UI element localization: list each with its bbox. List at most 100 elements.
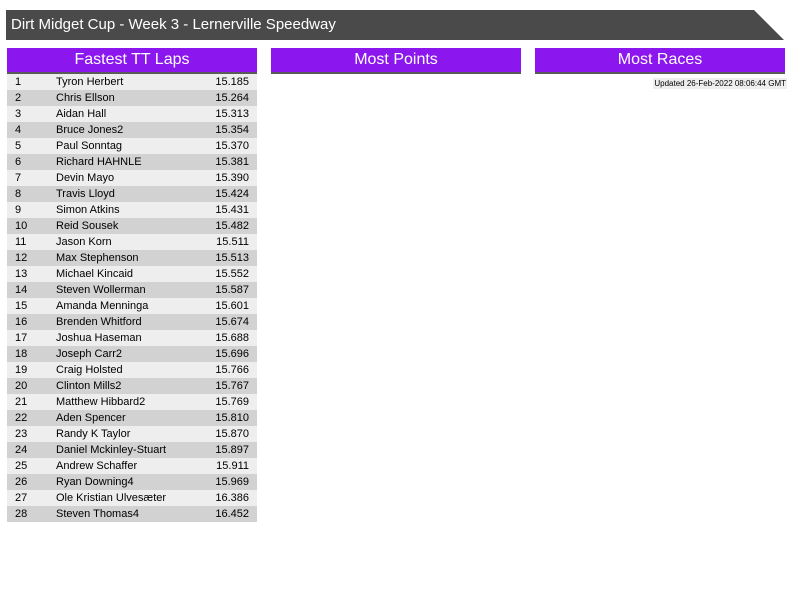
lap-time-cell: 15.482	[206, 218, 257, 234]
updated-timestamp: Updated 26-Feb-2022 08:06:44 GMT	[653, 78, 787, 89]
driver-name-cell: Paul Sonntag	[56, 138, 206, 154]
position-cell: 4	[7, 122, 56, 138]
lap-time-cell: 15.911	[206, 458, 257, 474]
table-row: 27 Ole Kristian Ulvesæter 16.386	[7, 490, 257, 506]
driver-name-cell: Aden Spencer	[56, 410, 206, 426]
table-row: 11 Jason Korn 15.511	[7, 234, 257, 250]
driver-name-cell: Michael Kincaid	[56, 266, 206, 282]
lap-time-cell: 15.810	[206, 410, 257, 426]
position-cell: 9	[7, 202, 56, 218]
position-cell: 5	[7, 138, 56, 154]
table-row: 1 Tyron Herbert 15.185	[7, 74, 257, 90]
driver-name-cell: Amanda Menninga	[56, 298, 206, 314]
position-cell: 2	[7, 90, 56, 106]
lap-time-cell: 15.969	[206, 474, 257, 490]
driver-name-cell: Matthew Hibbard2	[56, 394, 206, 410]
table-row: 8 Travis Lloyd 15.424	[7, 186, 257, 202]
lap-time-cell: 15.552	[206, 266, 257, 282]
driver-name-cell: Ryan Downing4	[56, 474, 206, 490]
lap-time-cell: 15.354	[206, 122, 257, 138]
lap-time-cell: 15.769	[206, 394, 257, 410]
driver-name-cell: Steven Thomas4	[56, 506, 206, 522]
position-cell: 7	[7, 170, 56, 186]
driver-name-cell: Ole Kristian Ulvesæter	[56, 490, 206, 506]
position-cell: 23	[7, 426, 56, 442]
driver-name-cell: Bruce Jones2	[56, 122, 206, 138]
page-title: Dirt Midget Cup - Week 3 - Lernerville S…	[11, 16, 336, 33]
fastest-laps-table: 1 Tyron Herbert 15.185 2 Chris Ellson 15.264 3…	[7, 74, 257, 522]
lap-time-cell: 15.696	[206, 346, 257, 362]
table-row: 18 Joseph Carr2 15.696	[7, 346, 257, 362]
driver-name-cell: Reid Sousek	[56, 218, 206, 234]
driver-name-cell: Clinton Mills2	[56, 378, 206, 394]
driver-name-cell: Joshua Haseman	[56, 330, 206, 346]
table-row: 7 Devin Mayo 15.390	[7, 170, 257, 186]
position-cell: 24	[7, 442, 56, 458]
driver-name-cell: Simon Atkins	[56, 202, 206, 218]
fastest-laps-body: 1 Tyron Herbert 15.185 2 Chris Ellson 15.264 3…	[7, 74, 257, 522]
lap-time-cell: 15.870	[206, 426, 257, 442]
lap-time-cell: 15.601	[206, 298, 257, 314]
table-row: 14 Steven Wollerman 15.587	[7, 282, 257, 298]
table-row: 16 Brenden Whitford 15.674	[7, 314, 257, 330]
lap-time-cell: 15.264	[206, 90, 257, 106]
table-row: 12 Max Stephenson 15.513	[7, 250, 257, 266]
lap-time-cell: 15.688	[206, 330, 257, 346]
table-row: 20 Clinton Mills2 15.767	[7, 378, 257, 394]
table-row: 25 Andrew Schaffer 15.911	[7, 458, 257, 474]
lap-time-cell: 15.431	[206, 202, 257, 218]
lap-time-cell: 15.511	[206, 234, 257, 250]
table-row: 22 Aden Spencer 15.810	[7, 410, 257, 426]
position-cell: 12	[7, 250, 56, 266]
lap-time-cell: 15.424	[206, 186, 257, 202]
driver-name-cell: Chris Ellson	[56, 90, 206, 106]
position-cell: 25	[7, 458, 56, 474]
table-row: 2 Chris Ellson 15.264	[7, 90, 257, 106]
lap-time-cell: 15.513	[206, 250, 257, 266]
position-cell: 14	[7, 282, 56, 298]
table-row: 13 Michael Kincaid 15.552	[7, 266, 257, 282]
lap-time-cell: 16.386	[206, 490, 257, 506]
driver-name-cell: Max Stephenson	[56, 250, 206, 266]
most-races-header: Most Races	[535, 48, 785, 74]
position-cell: 10	[7, 218, 56, 234]
fastest-laps-header: Fastest TT Laps	[7, 48, 257, 74]
driver-name-cell: Joseph Carr2	[56, 346, 206, 362]
table-row: 10 Reid Sousek 15.482	[7, 218, 257, 234]
driver-name-cell: Daniel Mckinley-Stuart	[56, 442, 206, 458]
position-cell: 22	[7, 410, 56, 426]
lap-time-cell: 15.767	[206, 378, 257, 394]
position-cell: 21	[7, 394, 56, 410]
table-row: 3 Aidan Hall 15.313	[7, 106, 257, 122]
lap-time-cell: 15.313	[206, 106, 257, 122]
table-row: 15 Amanda Menninga 15.601	[7, 298, 257, 314]
table-row: 6 Richard HAHNLE 15.381	[7, 154, 257, 170]
lap-time-cell: 15.587	[206, 282, 257, 298]
position-cell: 27	[7, 490, 56, 506]
table-row: 28 Steven Thomas4 16.452	[7, 506, 257, 522]
position-cell: 20	[7, 378, 56, 394]
position-cell: 1	[7, 74, 56, 90]
position-cell: 8	[7, 186, 56, 202]
lap-time-cell: 15.370	[206, 138, 257, 154]
driver-name-cell: Andrew Schaffer	[56, 458, 206, 474]
driver-name-cell: Craig Holsted	[56, 362, 206, 378]
lap-time-cell: 15.390	[206, 170, 257, 186]
page-title-bar: Dirt Midget Cup - Week 3 - Lernerville S…	[6, 10, 784, 40]
position-cell: 19	[7, 362, 56, 378]
lap-time-cell: 16.452	[206, 506, 257, 522]
position-cell: 26	[7, 474, 56, 490]
position-cell: 15	[7, 298, 56, 314]
table-row: 5 Paul Sonntag 15.370	[7, 138, 257, 154]
position-cell: 3	[7, 106, 56, 122]
table-row: 24 Daniel Mckinley-Stuart 15.897	[7, 442, 257, 458]
table-row: 19 Craig Holsted 15.766	[7, 362, 257, 378]
lap-time-cell: 15.674	[206, 314, 257, 330]
driver-name-cell: Travis Lloyd	[56, 186, 206, 202]
most-points-header: Most Points	[271, 48, 521, 74]
position-cell: 11	[7, 234, 56, 250]
position-cell: 28	[7, 506, 56, 522]
table-row: 17 Joshua Haseman 15.688	[7, 330, 257, 346]
driver-name-cell: Brenden Whitford	[56, 314, 206, 330]
lap-time-cell: 15.381	[206, 154, 257, 170]
